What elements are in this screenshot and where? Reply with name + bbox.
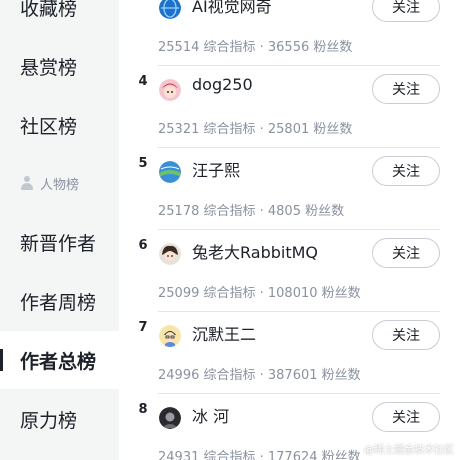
nav-item-label: 收藏榜	[20, 0, 78, 20]
author-name[interactable]: 沉默王二	[192, 321, 256, 345]
nav-item-bounty[interactable]: 悬赏榜	[0, 37, 119, 95]
author-name[interactable]: 兔老大RabbitMQ	[192, 239, 318, 263]
avatar[interactable]	[159, 0, 181, 19]
watermark: @稀土掘金技术社区	[364, 445, 454, 456]
author-stats: 24931 综合指标 · 177624 粉丝数	[158, 450, 361, 460]
ranking-sidebar: 收藏榜 悬赏榜 社区榜 人物榜 新晋作者 作者周榜 作者总榜 原力榜	[0, 0, 119, 460]
nav-item-label: 作者总榜	[20, 350, 97, 373]
nav-item-new-authors[interactable]: 新晋作者	[0, 213, 119, 271]
nav-item-community[interactable]: 社区榜	[0, 96, 119, 154]
nav-section-people: 人物榜	[0, 163, 119, 203]
author-stats: 25099 综合指标 · 108010 粉丝数	[158, 286, 361, 301]
avatar[interactable]	[159, 79, 181, 101]
author-stats: 24996 综合指标 · 387601 粉丝数	[158, 368, 361, 383]
rank-number: 5	[138, 156, 148, 171]
avatar[interactable]	[159, 325, 181, 347]
nav-item-label: 作者周榜	[20, 291, 97, 314]
follow-button[interactable]: 关注	[372, 156, 440, 186]
author-stats: 25178 综合指标 · 4805 粉丝数	[158, 204, 345, 219]
author-name[interactable]: 冰 河	[192, 403, 229, 427]
nav-item-favorites[interactable]: 收藏榜	[0, 0, 119, 36]
avatar[interactable]	[159, 407, 181, 429]
rank-number: 7	[138, 320, 148, 335]
follow-button[interactable]: 关注	[372, 238, 440, 268]
author-stats: 25321 综合指标 · 25801 粉丝数	[158, 122, 353, 137]
rank-number: 8	[138, 402, 148, 417]
author-ranking-list: 3 AI视觉网奇 关注 25514 综合指标 · 36556 粉丝数 4 dog…	[119, 0, 460, 460]
follow-button[interactable]: 关注	[372, 74, 440, 104]
person-icon	[20, 176, 34, 190]
nav-item-all-time-authors[interactable]: 作者总榜	[0, 331, 119, 389]
avatar[interactable]	[159, 243, 181, 265]
author-name[interactable]: 汪子熙	[192, 157, 240, 181]
nav-item-label: 悬赏榜	[20, 56, 78, 79]
avatar[interactable]	[159, 161, 181, 183]
nav-item-label: 原力榜	[20, 409, 78, 432]
author-row[interactable]: 5 汪子熙 关注 25178 综合指标 · 4805 粉丝数	[119, 148, 460, 230]
follow-button[interactable]: 关注	[372, 0, 440, 22]
author-name[interactable]: dog250	[192, 75, 253, 94]
nav-item-force[interactable]: 原力榜	[0, 390, 119, 448]
nav-section-label: 人物榜	[40, 177, 80, 193]
follow-button[interactable]: 关注	[372, 320, 440, 350]
author-stats: 25514 综合指标 · 36556 粉丝数	[158, 40, 353, 55]
author-name[interactable]: AI视觉网奇	[192, 0, 272, 17]
follow-button[interactable]: 关注	[372, 402, 440, 432]
author-row[interactable]: 7 沉默王二 关注 24996 综合指标 · 387601 粉丝数	[119, 312, 460, 394]
rank-number: 6	[138, 238, 148, 253]
author-row[interactable]: 6 兔老大RabbitMQ 关注 25099 综合指标 · 108010 粉丝数	[119, 230, 460, 312]
rank-number: 4	[138, 74, 148, 89]
nav-item-weekly-authors[interactable]: 作者周榜	[0, 272, 119, 330]
nav-item-label: 新晋作者	[20, 232, 97, 255]
nav-item-label: 社区榜	[20, 115, 78, 138]
author-row[interactable]: 4 dog250 关注 25321 综合指标 · 25801 粉丝数	[119, 66, 460, 148]
author-row[interactable]: 3 AI视觉网奇 关注 25514 综合指标 · 36556 粉丝数	[119, 0, 460, 66]
